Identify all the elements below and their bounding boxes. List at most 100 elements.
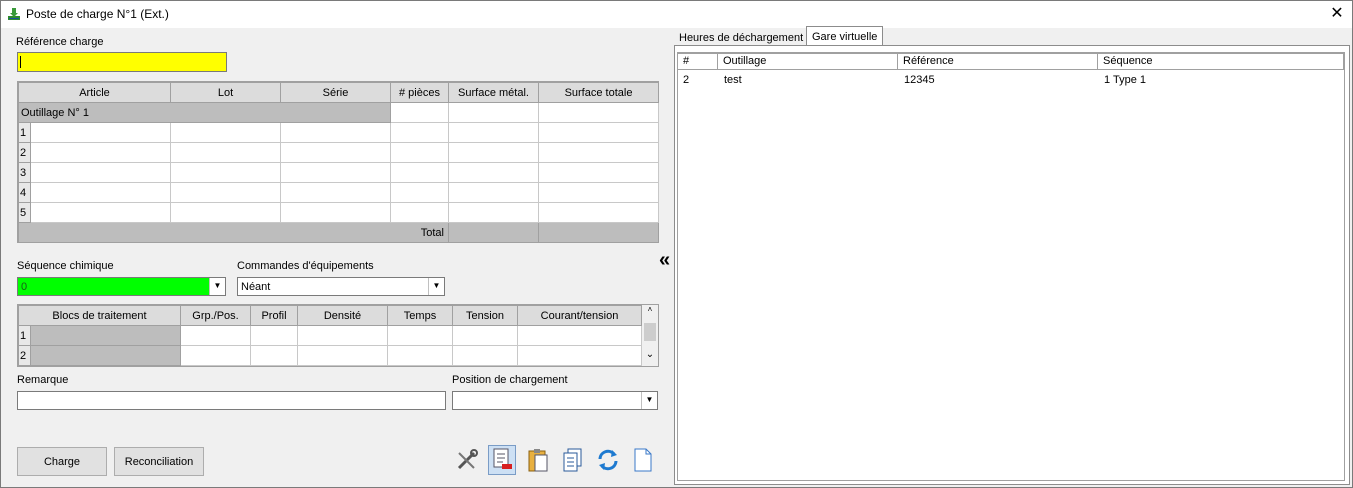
cell[interactable]	[180, 345, 251, 366]
cell[interactable]	[448, 142, 539, 163]
reconciliation-button[interactable]: Reconciliation	[114, 447, 204, 476]
document-edit-icon[interactable]	[488, 445, 516, 475]
sequence-select[interactable]: 0 ▼	[17, 277, 226, 296]
col-header-article[interactable]: Article	[18, 82, 171, 103]
table-row[interactable]: 4	[18, 182, 659, 203]
cell[interactable]	[452, 345, 518, 366]
cell[interactable]	[170, 142, 281, 163]
cell[interactable]	[387, 345, 453, 366]
cell[interactable]	[390, 202, 449, 223]
cell[interactable]	[538, 142, 659, 163]
table-row[interactable]: 2	[18, 345, 642, 366]
cell[interactable]	[390, 122, 449, 143]
row-sequence: 1 Type 1	[1104, 74, 1146, 86]
cell[interactable]	[517, 325, 642, 346]
articles-table: Article Lot Série # pièces Surface métal…	[18, 82, 659, 243]
cell[interactable]	[448, 122, 539, 143]
cell[interactable]	[387, 325, 453, 346]
cell[interactable]	[30, 325, 181, 346]
col-header-sequence[interactable]: Séquence	[1098, 53, 1344, 70]
row-number: 4	[18, 182, 31, 203]
cell[interactable]	[280, 142, 391, 163]
virtual-station-list: # Outillage Référence Séquence 2 test 12…	[677, 52, 1345, 481]
table-row[interactable]: 3	[18, 162, 659, 183]
tools-icon[interactable]	[453, 447, 481, 477]
new-document-icon[interactable]	[629, 447, 657, 477]
cell[interactable]	[390, 162, 449, 183]
cell[interactable]	[390, 142, 449, 163]
cell[interactable]	[538, 202, 659, 223]
remark-input[interactable]	[17, 391, 446, 410]
cell[interactable]	[170, 202, 281, 223]
cell[interactable]	[170, 122, 281, 143]
col-header-tension[interactable]: Tension	[452, 305, 518, 326]
row-reference: 12345	[904, 74, 935, 86]
clipboard-icon[interactable]	[524, 447, 552, 477]
remark-label: Remarque	[17, 374, 69, 386]
cell[interactable]	[390, 182, 449, 203]
cell[interactable]	[30, 202, 171, 223]
table-row[interactable]: 1	[18, 122, 659, 143]
charge-button[interactable]: Charge	[17, 447, 107, 476]
cell[interactable]	[280, 202, 391, 223]
chevron-down-icon[interactable]: ▼	[428, 278, 444, 295]
refresh-icon[interactable]	[594, 447, 622, 477]
cell[interactable]	[538, 162, 659, 183]
cell[interactable]	[538, 182, 659, 203]
scroll-up-icon[interactable]: ˄	[646, 305, 654, 321]
col-header-courant-tension[interactable]: Courant/tension	[517, 305, 642, 326]
col-header-num[interactable]: #	[678, 53, 718, 70]
cell[interactable]	[180, 325, 251, 346]
reference-input[interactable]	[17, 52, 227, 72]
treatment-scrollbar[interactable]: ˄ ⌄	[642, 305, 658, 366]
col-header-pieces[interactable]: # pièces	[390, 82, 449, 103]
cell[interactable]	[280, 162, 391, 183]
cell[interactable]	[448, 202, 539, 223]
col-header-serie[interactable]: Série	[280, 82, 391, 103]
copy-icon[interactable]	[559, 447, 587, 477]
table-row[interactable]: 5	[18, 202, 659, 223]
cell[interactable]	[448, 182, 539, 203]
col-header-densite[interactable]: Densité	[297, 305, 388, 326]
cell[interactable]	[250, 345, 298, 366]
cell[interactable]	[517, 345, 642, 366]
reference-label: Référence charge	[16, 36, 104, 48]
cell[interactable]	[452, 325, 518, 346]
cell[interactable]	[297, 345, 388, 366]
main-window: Poste de charge N°1 (Ext.) ✕ Référence c…	[0, 0, 1353, 488]
cell[interactable]	[538, 122, 659, 143]
commands-select[interactable]: Néant ▼	[237, 277, 445, 296]
scroll-down-icon[interactable]: ⌄	[644, 349, 656, 363]
col-header-lot[interactable]: Lot	[170, 82, 281, 103]
cell[interactable]	[30, 182, 171, 203]
col-header-blocs[interactable]: Blocs de traitement	[18, 305, 181, 326]
cell[interactable]	[297, 325, 388, 346]
table-row[interactable]: 2	[18, 142, 659, 163]
cell[interactable]	[170, 182, 281, 203]
cell[interactable]	[30, 345, 181, 366]
scroll-thumb[interactable]	[644, 323, 656, 341]
cell[interactable]	[250, 325, 298, 346]
close-icon[interactable]: ✕	[1322, 1, 1352, 28]
col-header-reference[interactable]: Référence	[898, 53, 1098, 70]
col-header-surface-metal[interactable]: Surface métal.	[448, 82, 539, 103]
cell[interactable]	[30, 122, 171, 143]
cell[interactable]	[170, 162, 281, 183]
chevron-down-icon[interactable]: ▼	[641, 392, 657, 409]
col-header-surface-totale[interactable]: Surface totale	[538, 82, 659, 103]
collapse-panel-icon[interactable]: «	[659, 250, 673, 272]
col-header-profil[interactable]: Profil	[250, 305, 298, 326]
cell[interactable]	[280, 122, 391, 143]
cell[interactable]	[280, 182, 391, 203]
chevron-down-icon[interactable]: ▼	[209, 278, 225, 295]
cell[interactable]	[448, 162, 539, 183]
cell[interactable]	[30, 162, 171, 183]
cell[interactable]	[30, 142, 171, 163]
col-header-grp-pos[interactable]: Grp./Pos.	[180, 305, 251, 326]
commands-label: Commandes d'équipements	[237, 260, 374, 272]
table-row[interactable]: 1	[18, 325, 642, 346]
col-header-outillage[interactable]: Outillage	[718, 53, 898, 70]
col-header-temps[interactable]: Temps	[387, 305, 453, 326]
group-row-label: Outillage N° 1	[18, 102, 391, 123]
load-position-select[interactable]: ▼	[452, 391, 658, 410]
